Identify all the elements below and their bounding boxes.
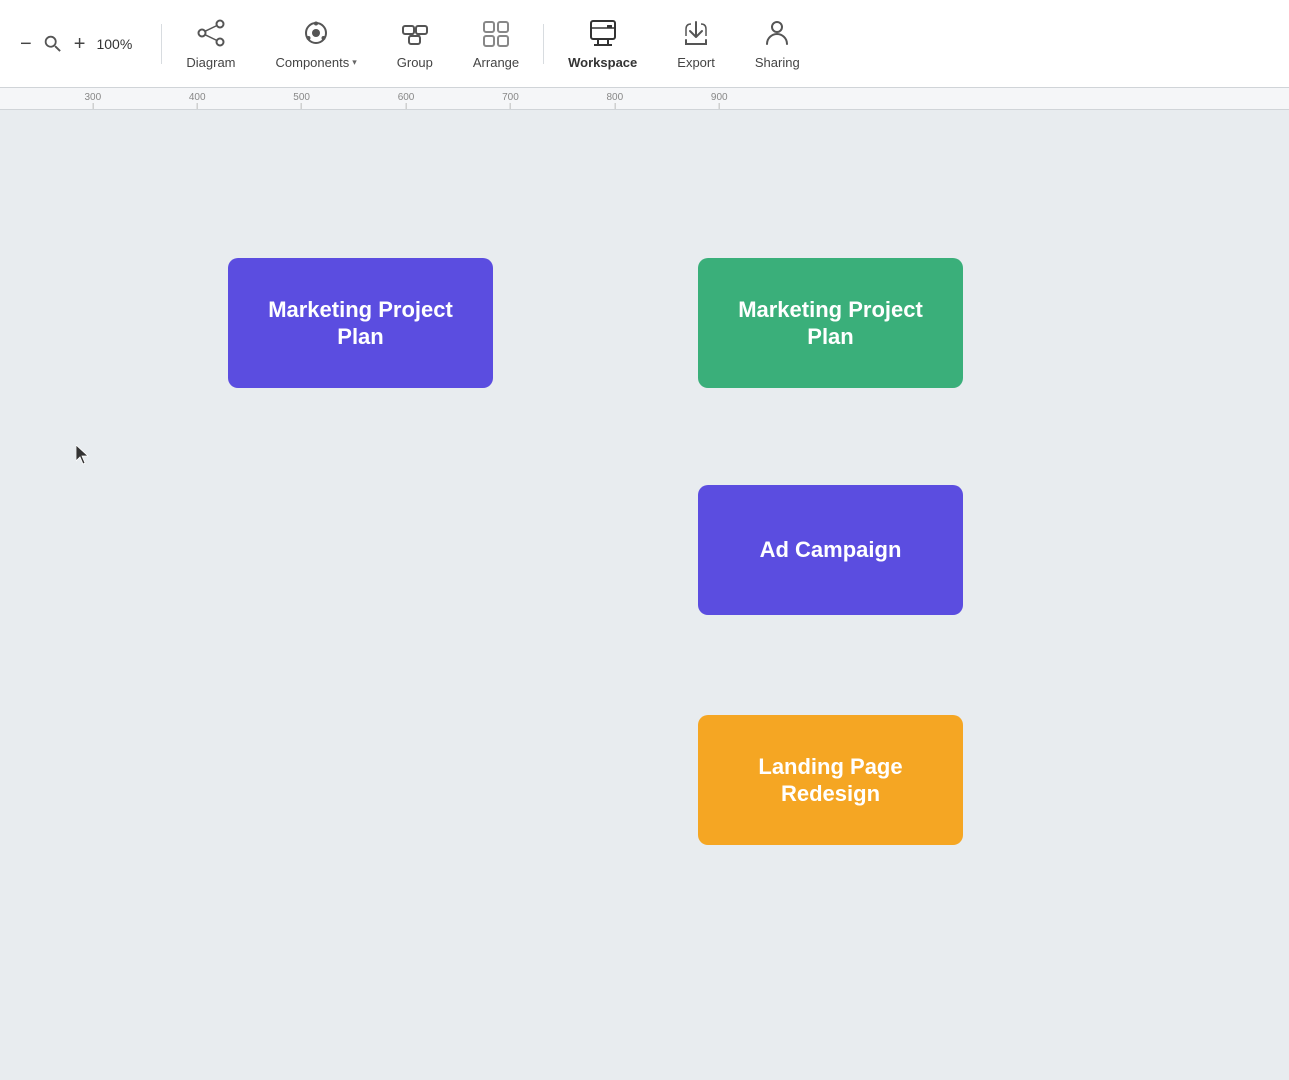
box-marketing-project-purple[interactable]: Marketing Project Plan — [228, 258, 493, 388]
search-icon — [42, 33, 64, 55]
workspace-label: Workspace — [568, 55, 637, 70]
toolbar-divider-2 — [543, 24, 544, 64]
ruler-tick-700: 700 — [502, 92, 519, 109]
toolbar-divider-1 — [161, 24, 162, 64]
box-ad-campaign[interactable]: Ad Campaign — [698, 485, 963, 615]
ruler-tick-400: 400 — [189, 92, 206, 109]
cursor-indicator — [76, 445, 92, 470]
sharing-icon — [761, 17, 793, 49]
toolbar-diagram[interactable]: Diagram — [166, 9, 255, 78]
workspace-icon — [587, 17, 619, 49]
diagram-icon — [195, 17, 227, 49]
components-label: Components — [276, 55, 350, 70]
components-dropdown-arrow: ▾ — [352, 57, 357, 68]
ruler-tick-500: 500 — [293, 92, 310, 109]
box-marketing-project-green[interactable]: Marketing Project Plan — [698, 258, 963, 388]
ruler-tick-900: 900 — [711, 92, 728, 109]
diagram-label: Diagram — [186, 55, 235, 70]
toolbar-export[interactable]: Export — [657, 9, 735, 78]
toolbar-sharing[interactable]: Sharing — [735, 9, 820, 78]
ruler: 300 400 500 600 700 800 900 — [0, 88, 1289, 110]
canvas[interactable]: Marketing Project Plan Marketing Project… — [0, 110, 1289, 1080]
box-landing-page-label: Landing Page Redesign — [698, 743, 963, 818]
toolbar-components[interactable]: Components ▾ — [256, 9, 377, 78]
export-label: Export — [677, 55, 715, 70]
arrange-label: Arrange — [473, 55, 519, 70]
components-icon — [300, 17, 332, 49]
ruler-tick-600: 600 — [398, 92, 415, 109]
sharing-label: Sharing — [755, 55, 800, 70]
box-landing-page[interactable]: Landing Page Redesign — [698, 715, 963, 845]
toolbar-group[interactable]: Group — [377, 9, 453, 78]
export-icon — [680, 17, 712, 49]
arrange-icon — [480, 17, 512, 49]
group-icon — [399, 17, 431, 49]
group-label: Group — [397, 55, 433, 70]
box-marketing-project-green-label: Marketing Project Plan — [698, 286, 963, 361]
toolbar-arrange[interactable]: Arrange — [453, 9, 539, 78]
toolbar: − + 100% Diagram — [0, 0, 1289, 88]
box-ad-campaign-label: Ad Campaign — [744, 526, 918, 574]
ruler-tick-800: 800 — [607, 92, 624, 109]
zoom-controls: − + 100% — [16, 32, 133, 56]
toolbar-workspace[interactable]: Workspace — [548, 9, 657, 78]
zoom-in-button[interactable]: + — [70, 32, 90, 56]
ruler-inner: 300 400 500 600 700 800 900 — [0, 88, 1289, 109]
ruler-tick-300: 300 — [84, 92, 101, 109]
zoom-level: 100% — [95, 36, 133, 52]
box-marketing-project-purple-label: Marketing Project Plan — [228, 286, 493, 361]
zoom-out-button[interactable]: − — [16, 32, 36, 56]
